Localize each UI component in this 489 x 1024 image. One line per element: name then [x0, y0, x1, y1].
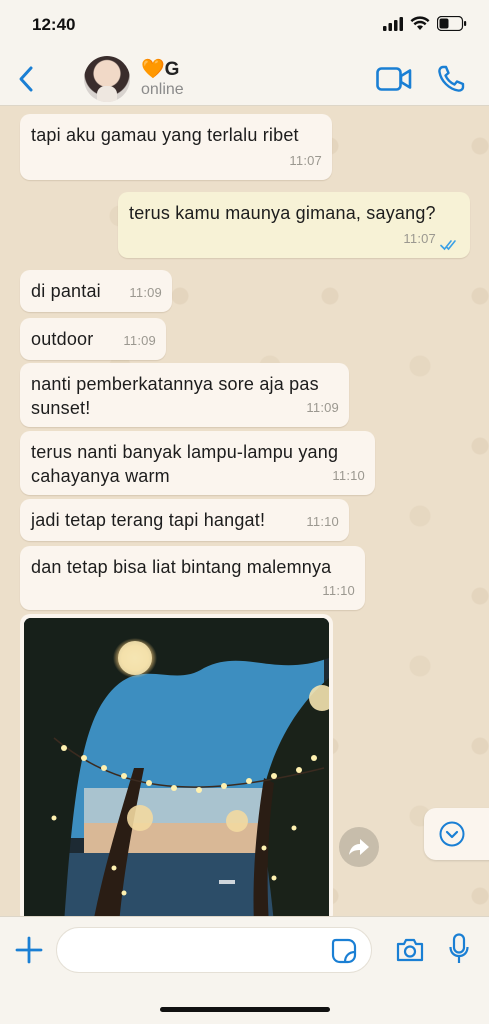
- message-text: jadi tetap terang tapi hangat!: [31, 510, 266, 530]
- photo-message[interactable]: [20, 614, 333, 916]
- status-time: 12:40: [32, 15, 76, 34]
- message-bubble-incoming[interactable]: nanti pemberkatannya sore aja pas sunset…: [20, 363, 349, 427]
- message-time: 11:10: [332, 468, 365, 483]
- back-button[interactable]: [14, 64, 40, 94]
- cellular-signal-icon: [383, 16, 403, 31]
- chevron-down-circle-icon: [439, 821, 465, 847]
- video-call-button[interactable]: [376, 66, 412, 92]
- message-bubble-incoming[interactable]: tapi aku gamau yang terlalu ribet 11:07: [20, 114, 332, 180]
- message-time: 11:09: [306, 400, 339, 415]
- message-time: 11:09: [129, 285, 162, 300]
- photo-image[interactable]: [24, 618, 329, 916]
- camera-button[interactable]: [395, 937, 425, 963]
- microphone-button[interactable]: [449, 933, 469, 965]
- forward-arrow-icon: [348, 838, 370, 856]
- scroll-to-bottom-button[interactable]: [424, 808, 489, 860]
- home-indicator: [160, 1007, 330, 1012]
- status-icons: [383, 16, 467, 31]
- contact-name[interactable]: 🧡G: [141, 57, 179, 81]
- message-input[interactable]: [56, 927, 372, 973]
- sticker-button[interactable]: [331, 938, 357, 964]
- message-text: terus kamu maunya gimana, sayang?: [129, 203, 436, 223]
- wifi-icon: [410, 16, 430, 31]
- message-time: 11:07: [403, 231, 436, 246]
- forward-button[interactable]: [339, 827, 379, 867]
- message-time: 11:09: [123, 333, 156, 348]
- read-receipt-icon: [440, 239, 460, 251]
- message-bubble-incoming[interactable]: terus nanti banyak lampu-lampu yang caha…: [20, 431, 375, 495]
- contact-status: online: [141, 81, 184, 98]
- battery-icon: [437, 16, 467, 31]
- voice-call-button[interactable]: [436, 64, 466, 94]
- message-bubble-incoming[interactable]: dan tetap bisa liat bintang malemnya 11:…: [20, 546, 365, 610]
- contact-avatar[interactable]: [84, 56, 130, 102]
- chat-area[interactable]: tapi aku gamau yang terlalu ribet 11:07 …: [0, 106, 489, 916]
- message-text: terus nanti banyak lampu-lampu yang caha…: [31, 442, 339, 486]
- message-text: dan tetap bisa liat bintang malemnya: [31, 557, 332, 577]
- status-bar: 12:40: [0, 0, 489, 52]
- message-bubble-outgoing[interactable]: terus kamu maunya gimana, sayang? 11:07: [118, 192, 470, 258]
- attach-plus-button[interactable]: [14, 935, 44, 965]
- chat-header: 🧡G online: [0, 52, 489, 106]
- message-text: tapi aku gamau yang terlalu ribet: [31, 125, 299, 145]
- message-input-bar: [0, 916, 489, 1024]
- message-time: 11:10: [306, 514, 339, 529]
- message-text: nanti pemberkatannya sore aja pas sunset…: [31, 374, 319, 418]
- message-bubble-incoming[interactable]: outdoor 11:09: [20, 318, 166, 360]
- lanterns-photo-illustration: [24, 618, 329, 916]
- message-bubble-incoming[interactable]: di pantai 11:09: [20, 270, 172, 312]
- message-bubble-incoming[interactable]: jadi tetap terang tapi hangat! 11:10: [20, 499, 349, 541]
- message-time: 11:10: [322, 583, 355, 598]
- message-time: 11:07: [289, 153, 322, 168]
